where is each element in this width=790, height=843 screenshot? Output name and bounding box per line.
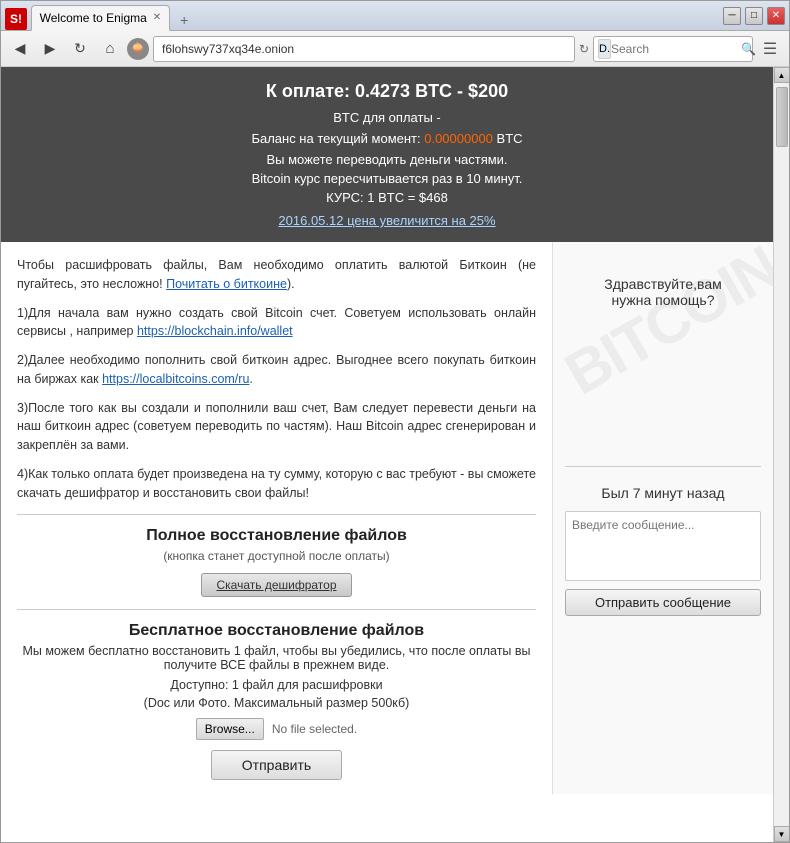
new-tab-button[interactable]: + <box>174 10 194 30</box>
hamburger-icon: ☰ <box>763 39 777 59</box>
free-recovery-section: Бесплатное восстановление файлов Мы може… <box>17 622 536 780</box>
full-recovery-title: Полное восстановление файлов <box>17 527 536 545</box>
step2: 2)Далее необходимо пополнить свой биткои… <box>17 351 536 389</box>
menu-button[interactable]: ☰ <box>757 36 783 62</box>
submit-button[interactable]: Отправить <box>211 750 342 780</box>
download-decryptor-button[interactable]: Скачать дешифратор <box>201 573 351 597</box>
header-box: К оплате: 0.4273 BTC - $200 BTC для опла… <box>1 67 773 242</box>
balance-prefix: Баланс на текущий момент: <box>251 131 420 146</box>
search-bar-wrapper: D. 🔍 <box>593 36 753 62</box>
full-recovery-subtitle: (кнопка станет доступной после оплаты) <box>17 549 536 563</box>
home-button[interactable]: ⌂ <box>97 36 123 62</box>
page-loading-icon: ↻ <box>579 42 589 56</box>
message-input[interactable] <box>565 511 761 581</box>
minimize-button[interactable]: ─ <box>723 7 741 25</box>
free-recovery-title: Бесплатное восстановление файлов <box>17 622 536 640</box>
send-message-button[interactable]: Отправить сообщение <box>565 589 761 616</box>
main-layout: Чтобы расшифровать файлы, Вам необходимо… <box>1 242 773 794</box>
file-selected-label: No file selected. <box>272 722 357 736</box>
search-submit-button[interactable]: 🔍 <box>741 42 756 56</box>
greeting-line: Здравствуйте,вам нужна помощь? <box>604 276 721 308</box>
balance-value: 0.00000000 <box>424 131 493 146</box>
right-column: BITCOIN Здравствуйте,вам нужна помощь? Б… <box>553 242 773 794</box>
header-title: К оплате: 0.4273 BTC - $200 <box>21 81 753 102</box>
free-recovery-description: Мы можем бесплатно восстановить 1 файл, … <box>17 644 536 672</box>
close-button[interactable]: ✕ <box>767 7 785 25</box>
toolbar: ◀ ▶ ↻ ⌂ 🧅 ↻ D. 🔍 ☰ <box>1 31 789 67</box>
file-types-text: (Doc или Фото. Максимальный размер 500кб… <box>17 696 536 710</box>
forward-icon: ▶ <box>45 40 56 57</box>
tab-label: Welcome to Enigma <box>40 11 147 25</box>
read-about-link[interactable]: Почитать о биткоине <box>166 277 287 291</box>
tor-icon: 🧅 <box>132 43 144 54</box>
header-can-transfer: Вы можете переводить деньги частями. <box>21 152 753 167</box>
refresh-button[interactable]: ↻ <box>67 36 93 62</box>
scrollbar: ▲ ▼ <box>773 67 789 842</box>
header-recalc-info: Bitcoin курс пересчитывается раз в 10 ми… <box>21 171 753 186</box>
browse-button[interactable]: Browse... <box>196 718 264 740</box>
back-icon: ◀ <box>15 40 26 57</box>
instructions-intro: Чтобы расшифровать файлы, Вам необходимо… <box>17 256 536 294</box>
step1-link[interactable]: https://blockchain.info/wallet <box>137 324 293 338</box>
page-content: К оплате: 0.4273 BTC - $200 BTC для опла… <box>1 67 773 842</box>
forward-button[interactable]: ▶ <box>37 36 63 62</box>
step2-text: 2)Далее необходимо пополнить свой биткои… <box>17 353 536 386</box>
header-course: КУРС: 1 BTC = $468 <box>21 190 753 205</box>
left-column: Чтобы расшифровать файлы, Вам необходимо… <box>1 242 553 794</box>
title-bar: S! Welcome to Enigma ✕ + ─ □ ✕ <box>1 1 789 31</box>
scroll-down-button[interactable]: ▼ <box>774 826 790 842</box>
window-controls: ─ □ ✕ <box>723 7 785 25</box>
available-text: Доступно: 1 файл для расшифровки <box>17 678 536 692</box>
watermark-area: BITCOIN Здравствуйте,вам нужна помощь? <box>565 256 761 456</box>
active-tab[interactable]: Welcome to Enigma ✕ <box>31 5 171 31</box>
scroll-thumb[interactable] <box>776 87 788 147</box>
step1: 1)Для начала вам нужно создать свой Bitc… <box>17 304 536 342</box>
browser-logo: S! <box>5 8 27 30</box>
greeting-text: Здравствуйте,вам нужна помощь? <box>604 276 721 308</box>
header-btc-label: BTC для оплаты - <box>21 110 753 125</box>
search-input[interactable] <box>611 42 741 56</box>
file-upload-row: Browse... No file selected. <box>17 718 536 740</box>
step4: 4)Как только оплата будет произведена на… <box>17 465 536 503</box>
download-btn-wrapper: Скачать дешифратор <box>17 573 536 597</box>
page-inner: К оплате: 0.4273 BTC - $200 BTC для опла… <box>1 67 773 794</box>
back-button[interactable]: ◀ <box>7 36 33 62</box>
header-date-link[interactable]: 2016.05.12 цена увеличится на 25% <box>278 213 495 228</box>
watermark-text: BITCOIN <box>553 232 773 408</box>
tab-close-icon[interactable]: ✕ <box>153 13 161 23</box>
header-balance: Баланс на текущий момент: 0.00000000 BTC <box>21 131 753 146</box>
refresh-icon: ↻ <box>74 40 86 57</box>
home-icon: ⌂ <box>105 40 114 57</box>
step2-link[interactable]: https://localbitcoins.com/ru <box>102 372 249 386</box>
search-engine-icon: D. <box>598 39 611 59</box>
scroll-track <box>775 83 789 826</box>
scroll-up-button[interactable]: ▲ <box>774 67 790 83</box>
divider-1 <box>17 514 536 515</box>
balance-unit: BTC <box>497 131 523 146</box>
last-seen-text: Был 7 минут назад <box>601 485 724 501</box>
tor-indicator: 🧅 <box>127 38 149 60</box>
maximize-button[interactable]: □ <box>745 7 763 25</box>
browser-window: S! Welcome to Enigma ✕ + ─ □ ✕ ◀ ▶ ↻ ⌂ <box>0 0 790 843</box>
browser-content: К оплате: 0.4273 BTC - $200 BTC для опла… <box>1 67 789 842</box>
full-recovery-section: Полное восстановление файлов (кнопка ста… <box>17 527 536 597</box>
step3: 3)После того как вы создали и пополнили … <box>17 399 536 455</box>
chat-divider <box>565 466 761 467</box>
tab-bar: S! Welcome to Enigma ✕ + <box>5 1 723 30</box>
address-bar[interactable] <box>153 36 575 62</box>
divider-2 <box>17 609 536 610</box>
